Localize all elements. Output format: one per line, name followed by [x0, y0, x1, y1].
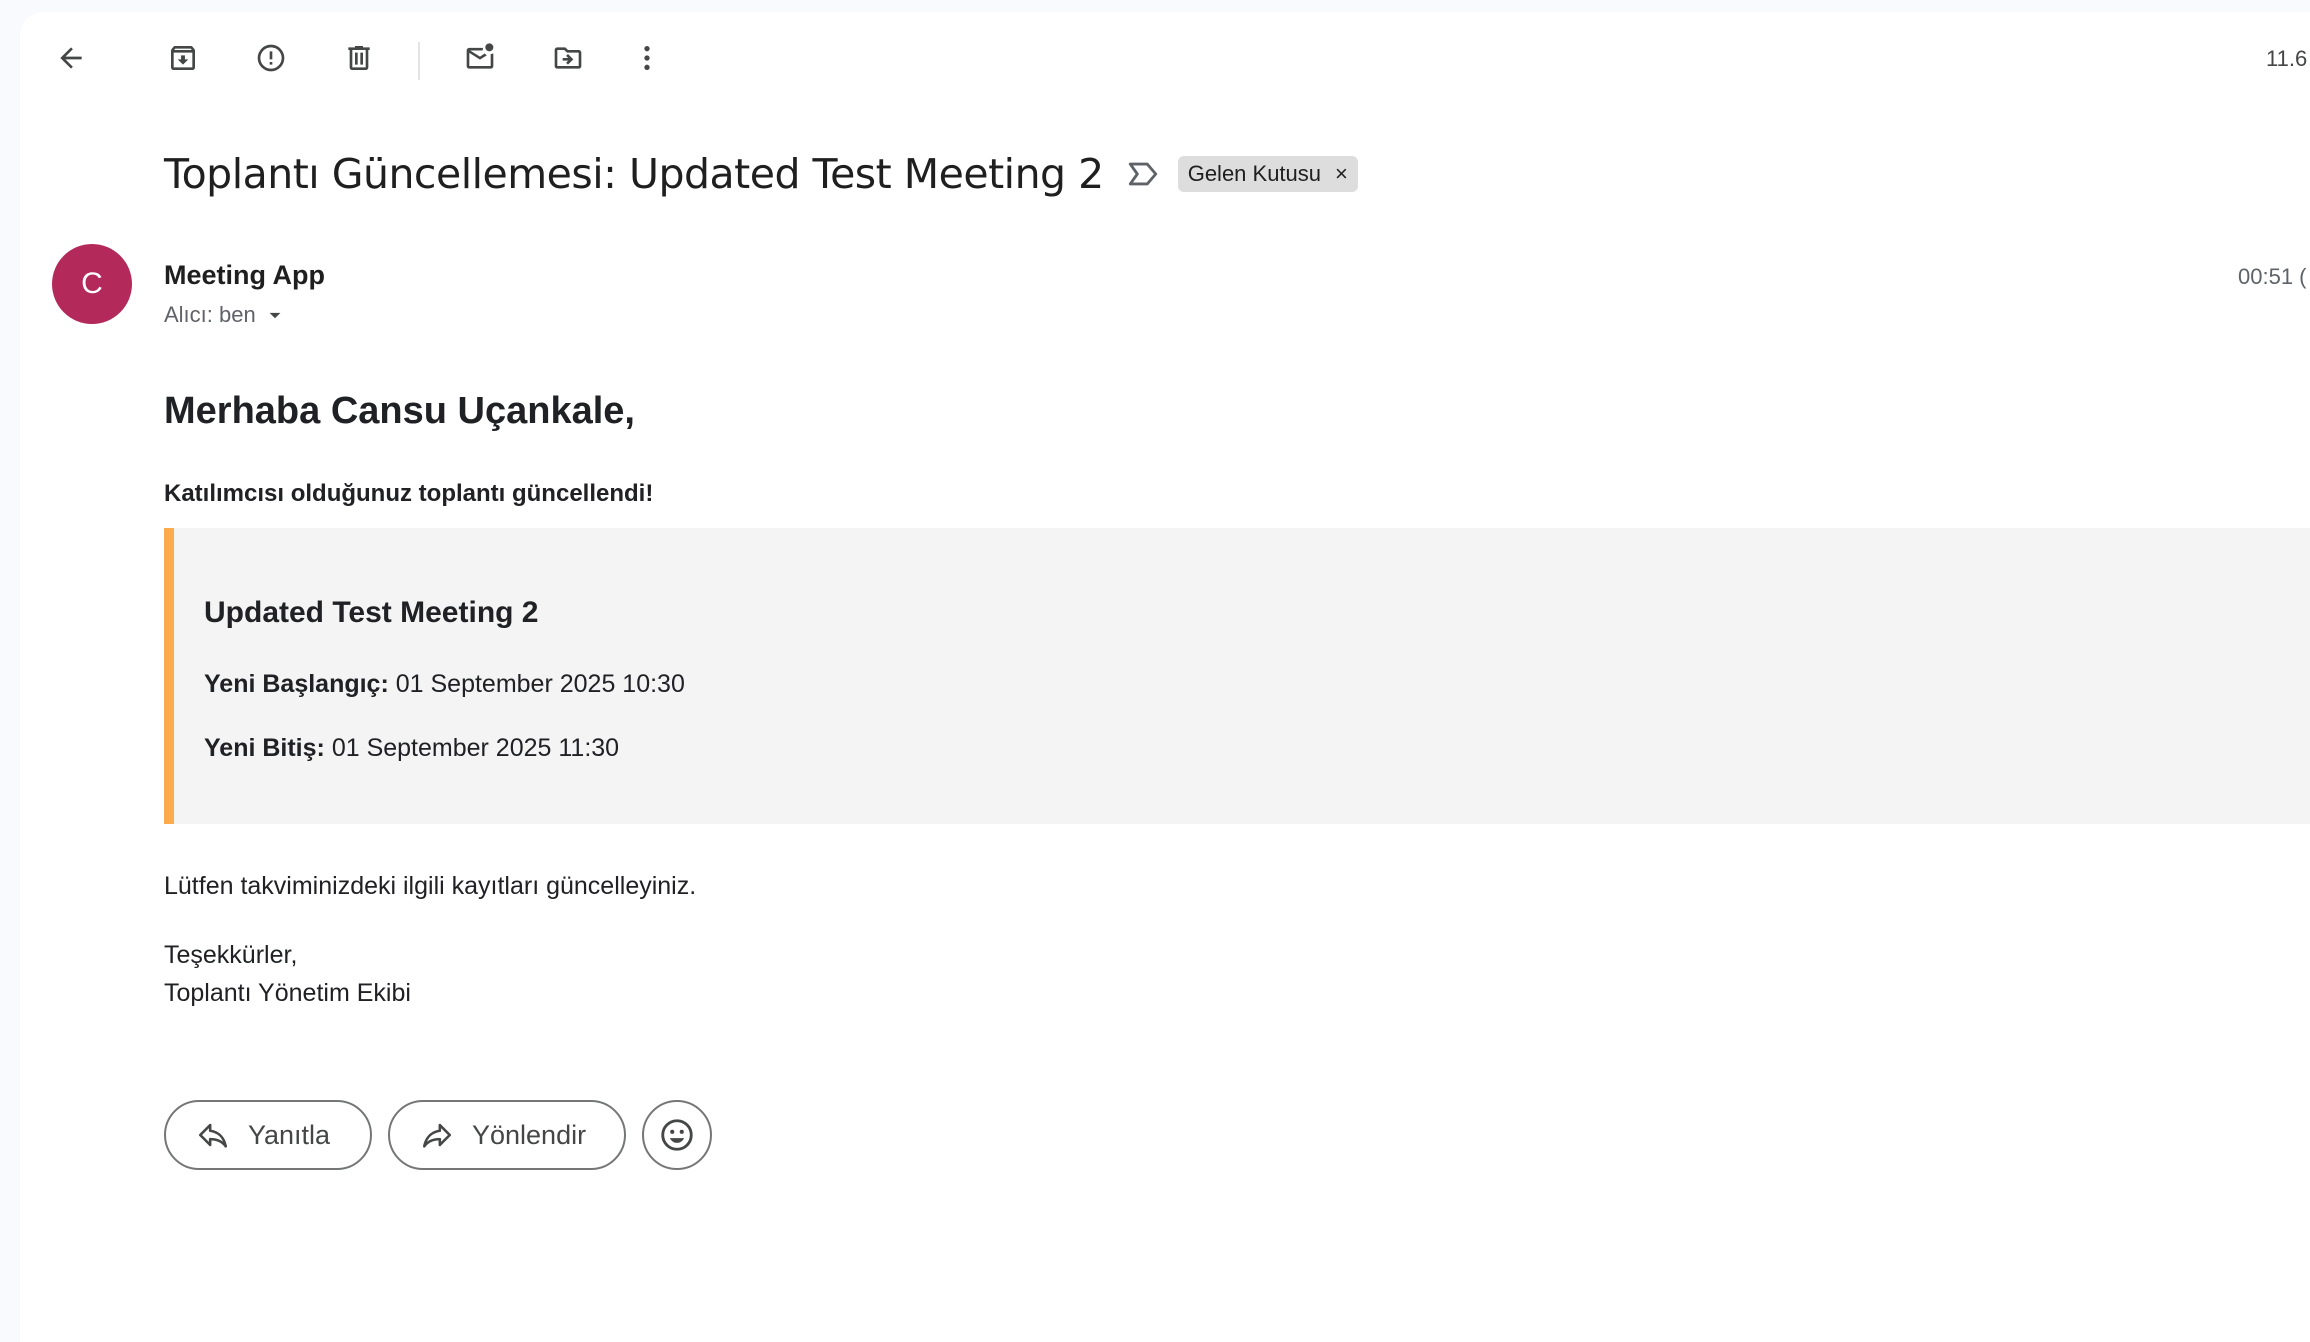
email-signoff: Teşekkürler, Toplantı Yönetim Ekibi [164, 936, 411, 1012]
more-options-button[interactable] [618, 29, 676, 87]
signoff-team: Toplantı Yönetim Ekibi [164, 979, 411, 1007]
meeting-title: Updated Test Meeting 2 [204, 596, 539, 629]
email-intro: Katılımcısı olduğunuz toplantı güncellen… [164, 480, 654, 507]
move-to-icon [554, 47, 582, 69]
meeting-details-box: Updated Test Meeting 2 Yeni Başlangıç: 0… [164, 528, 2310, 824]
email-note: Lütfen takviminizdeki ilgili kayıtları g… [164, 872, 697, 900]
report-spam-button[interactable] [242, 29, 300, 87]
email-timestamp: 00:51 ( [2238, 264, 2307, 289]
mark-unread-button[interactable] [451, 29, 509, 87]
meeting-end-value: 01 September 2025 11:30 [324, 734, 620, 762]
emoji-reaction-button[interactable] [642, 1100, 712, 1170]
delete-button[interactable] [330, 29, 388, 87]
caret-down-icon[interactable] [262, 302, 288, 328]
delete-icon [348, 46, 370, 70]
reply-icon [198, 1123, 228, 1148]
recipient-details[interactable]: Alıcı: ben [164, 302, 288, 328]
toolbar-divider [418, 42, 420, 80]
importance-icon [1128, 162, 1157, 186]
signoff-thanks: Teşekkürler, [164, 941, 298, 969]
more-options-icon [644, 46, 650, 70]
page-count: 11.6 [2266, 46, 2308, 71]
reply-label: Yanıtla [248, 1119, 331, 1150]
email-view: 11.6 Toplantı Güncellemesi: Updated Test… [20, 12, 2310, 1342]
subject-row: Toplantı Güncellemesi: Updated Test Meet… [164, 150, 1358, 198]
meeting-start-label: Yeni Başlangıç: [204, 670, 389, 698]
move-to-button[interactable] [539, 29, 597, 87]
meeting-end: Yeni Bitiş: 01 September 2025 11:30 [204, 734, 619, 763]
sender-avatar[interactable]: C [52, 244, 132, 324]
back-arrow-icon [60, 47, 82, 69]
sender-name[interactable]: Meeting App [164, 260, 325, 291]
archive-icon [171, 46, 195, 70]
forward-label: Yönlendir [472, 1119, 587, 1150]
reply-button[interactable]: Yanıtla [164, 1100, 372, 1170]
importance-marker[interactable] [1126, 157, 1160, 191]
label-chip-inbox[interactable]: Gelen Kutusu × [1177, 156, 1358, 192]
report-spam-icon [257, 44, 285, 72]
label-chip-text: Gelen Kutusu [1187, 161, 1322, 186]
back-button[interactable] [42, 29, 100, 87]
email-greeting: Merhaba Cansu Uçankale, [164, 390, 635, 432]
remove-label-button[interactable]: × [1335, 163, 1348, 185]
mark-unread-icon [466, 43, 494, 69]
smiley-icon [661, 1119, 693, 1151]
forward-button[interactable]: Yönlendir [388, 1100, 626, 1170]
recipient-text: Alıcı: ben [164, 302, 256, 327]
email-subject: Toplantı Güncellemesi: Updated Test Meet… [164, 150, 1104, 198]
forward-icon [422, 1123, 452, 1148]
meeting-start-value: 01 September 2025 10:30 [388, 670, 685, 698]
meeting-start: Yeni Başlangıç: 01 September 2025 10:30 [204, 670, 685, 699]
meeting-end-label: Yeni Bitiş: [204, 734, 325, 762]
archive-button[interactable] [154, 29, 212, 87]
